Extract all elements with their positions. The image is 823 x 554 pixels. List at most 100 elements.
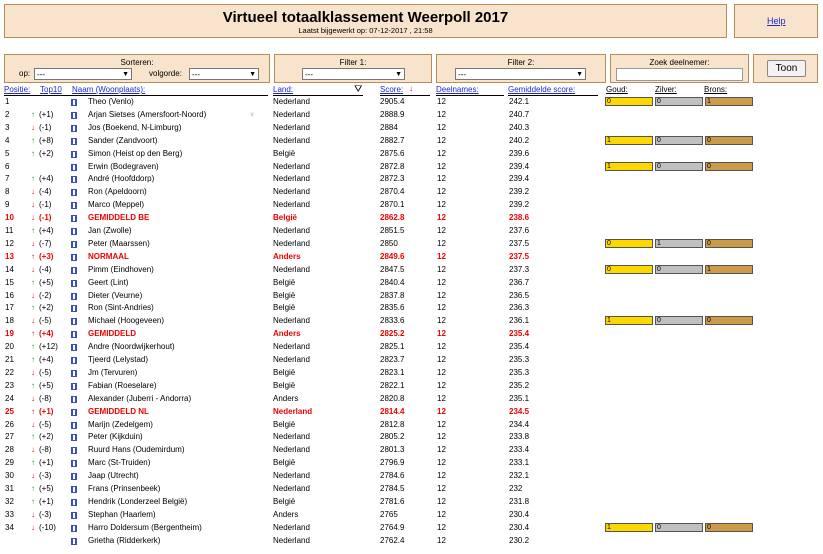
profile-icon[interactable]: [71, 511, 77, 519]
arrow-down-icon: ↓: [31, 316, 35, 326]
gold-medal-count: 0: [605, 97, 653, 106]
col-goud[interactable]: Goud:: [606, 85, 628, 94]
arrow-down-icon: ↓: [31, 213, 35, 223]
col-deelnames[interactable]: Deelnames:: [436, 85, 479, 94]
profile-icon[interactable]: [71, 202, 77, 210]
avg-cell: 235.4: [509, 329, 530, 339]
profile-icon[interactable]: [71, 382, 77, 390]
profile-icon[interactable]: [71, 537, 77, 545]
help-link[interactable]: Help: [767, 16, 786, 26]
sort-op-select[interactable]: --- ▼: [34, 68, 132, 80]
profile-icon[interactable]: [71, 447, 77, 455]
profile-icon[interactable]: [71, 253, 77, 261]
sort-order-select[interactable]: --- ▼: [189, 68, 259, 80]
profile-icon[interactable]: [71, 486, 77, 493]
profile-icon[interactable]: [71, 408, 77, 416]
change-cell: (+1): [39, 406, 54, 416]
table-row: 15 ↑ (+5) Geert (Lint) België 2840.4 12 236.7: [0, 277, 823, 290]
search-label: Zoek deelnemer:: [649, 58, 710, 67]
toon-button[interactable]: Toon: [767, 60, 806, 77]
profile-icon[interactable]: [71, 176, 77, 184]
country-cell: Nederland: [273, 406, 313, 416]
score-cell: 2814.4: [380, 406, 405, 416]
profile-icon[interactable]: [71, 150, 77, 158]
col-land[interactable]: Land:: [273, 85, 293, 94]
profile-icon[interactable]: [71, 395, 77, 403]
change-cell: (+4): [39, 226, 54, 235]
score-cell: 2850: [380, 238, 398, 248]
profile-icon[interactable]: [71, 292, 77, 300]
col-positie[interactable]: Positie:: [4, 85, 30, 94]
games-cell: 12: [437, 213, 446, 223]
profile-icon[interactable]: [71, 305, 77, 313]
toon-panel: Toon: [753, 54, 818, 83]
profile-icon[interactable]: [71, 344, 77, 352]
profile-icon[interactable]: [71, 240, 77, 248]
avg-cell: 230.4: [509, 522, 530, 532]
name-cell: Sander (Zandvoort): [88, 135, 158, 145]
profile-icon[interactable]: [71, 215, 77, 223]
name-cell: Harro Doldersum (Bergentheim): [88, 522, 202, 532]
profile-icon[interactable]: [71, 228, 77, 235]
position-cell: 3: [5, 122, 10, 132]
table-row: 14 ↓ (-4) Pimm (Eindhoven) Nederland 2847.5 12…: [0, 264, 823, 277]
arrow-up-icon: ↑: [31, 277, 35, 287]
col-brons[interactable]: Brons:: [704, 85, 727, 94]
country-cell: Nederland: [273, 187, 310, 197]
games-cell: 12: [437, 187, 446, 197]
avg-cell: 235.2: [509, 380, 530, 390]
profile-icon[interactable]: [71, 434, 77, 442]
position-cell: 22: [5, 367, 14, 377]
avg-cell: 235.1: [509, 393, 530, 403]
filter1-label: Filter 1:: [339, 58, 367, 67]
table-row: 20 ↑ (+12) Andre (Noordwijkerhout) Nederland…: [0, 341, 823, 354]
profile-icon[interactable]: [71, 524, 77, 532]
position-cell: 14: [5, 264, 14, 274]
profile-icon[interactable]: [71, 357, 77, 364]
change-cell: (+5): [39, 277, 54, 287]
filter2-select[interactable]: --- ▼: [455, 68, 586, 80]
profile-icon[interactable]: [71, 111, 77, 119]
position-cell: 32: [5, 496, 14, 506]
col-score[interactable]: Score:: [380, 85, 403, 94]
gold-medal-count: 0: [605, 238, 653, 248]
col-gemiddelde[interactable]: Gemiddelde score:: [508, 85, 575, 94]
name-cell: Pimm (Eindhoven): [88, 264, 154, 274]
profile-icon[interactable]: [71, 331, 77, 339]
silver-medal-count: 1: [655, 238, 703, 248]
profile-icon[interactable]: [71, 473, 77, 481]
col-zilver[interactable]: Zilver:: [655, 85, 677, 94]
profile-icon[interactable]: [71, 189, 77, 197]
filter-icon[interactable]: ⛛: [354, 84, 362, 95]
profile-icon[interactable]: [71, 279, 77, 287]
games-cell: 12: [437, 329, 446, 339]
country-cell: Anders: [273, 393, 299, 403]
profile-icon[interactable]: [71, 137, 77, 145]
profile-icon[interactable]: [71, 498, 77, 506]
profile-icon[interactable]: [71, 163, 77, 171]
search-input[interactable]: [616, 68, 743, 81]
name-cell: GEMIDDELD BE: [88, 213, 150, 223]
profile-icon[interactable]: [71, 369, 77, 377]
profile-icon[interactable]: [71, 421, 77, 429]
country-cell: België: [273, 367, 296, 377]
col-naam[interactable]: Naam (Woonplaats):: [72, 85, 145, 94]
position-cell: 23: [5, 380, 14, 390]
avg-cell: 236.5: [509, 290, 530, 300]
title-panel: Virtueel totaalklassement Weerpoll 2017 …: [4, 4, 727, 38]
profile-icon[interactable]: [71, 266, 77, 274]
avg-cell: 233.4: [509, 445, 530, 455]
col-top10[interactable]: Top10: [40, 85, 62, 94]
name-cell: Marco (Meppel): [88, 200, 145, 210]
profile-icon[interactable]: [71, 460, 77, 468]
profile-icon[interactable]: [71, 124, 77, 132]
gold-medal-count: 0: [605, 264, 653, 274]
country-cell: Nederland: [273, 445, 310, 455]
profile-icon[interactable]: [71, 318, 77, 326]
name-cell: Peter (Maarssen): [88, 238, 150, 248]
filter1-select[interactable]: --- ▼: [302, 68, 405, 80]
arrow-down-icon: ↓: [31, 264, 35, 274]
filter1-value: ---: [305, 70, 313, 79]
profile-icon[interactable]: [71, 99, 77, 106]
position-cell: 2: [5, 109, 10, 119]
